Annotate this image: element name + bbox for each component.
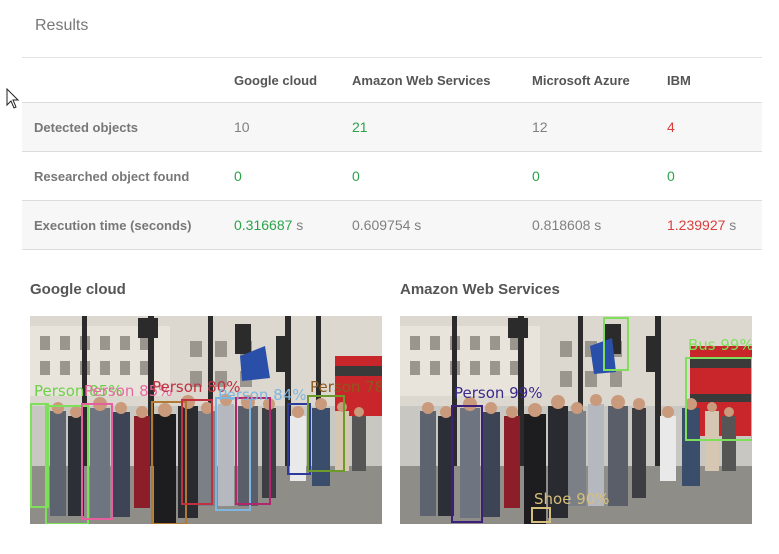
mouse-cursor-icon [6,88,20,109]
cell-azure: 12 [532,102,667,152]
cell-aws: 0 [352,151,532,201]
column-header-ibm: IBM [667,58,762,103]
table-row-detected-objects: Detected objects 10 21 12 4 [22,102,762,152]
cell-azure: 0 [532,151,667,201]
row-label: Detected objects [22,102,234,152]
cell-google: 0.316687 s [234,200,352,250]
cell-ibm: 4 [667,102,762,152]
row-label: Researched object found [22,151,234,201]
column-header-aws: Amazon Web Services [352,58,532,103]
table-row-researched-object: Researched object found 0 0 0 0 [22,151,762,201]
results-table: Google cloud Amazon Web Services Microso… [22,58,762,250]
column-header-azure: Microsoft Azure [532,58,667,103]
cell-google: 0 [234,151,352,201]
cell-aws: 21 [352,102,532,152]
column-header-empty [22,58,234,103]
column-header-google: Google cloud [234,58,352,103]
panel-title-google: Google cloud [30,281,126,298]
table-row-execution-time: Execution time (seconds) 0.316687 s 0.60… [22,200,762,250]
cell-aws: 0.609754 s [352,200,532,250]
cell-google: 10 [234,102,352,152]
table-header-row: Google cloud Amazon Web Services Microso… [22,58,762,103]
cell-azure: 0.818608 s [532,200,667,250]
detection-image-google: Person 85% Person 85% Person 80% Person … [30,316,382,524]
panel-title-aws: Amazon Web Services [400,281,560,298]
detection-image-aws: Person 99% Bus 99% Shoe 90% [400,316,752,524]
row-label: Execution time (seconds) [22,200,234,250]
results-heading: Results [35,17,89,34]
cell-ibm: 0 [667,151,762,201]
cell-ibm: 1.239927 s [667,200,762,250]
